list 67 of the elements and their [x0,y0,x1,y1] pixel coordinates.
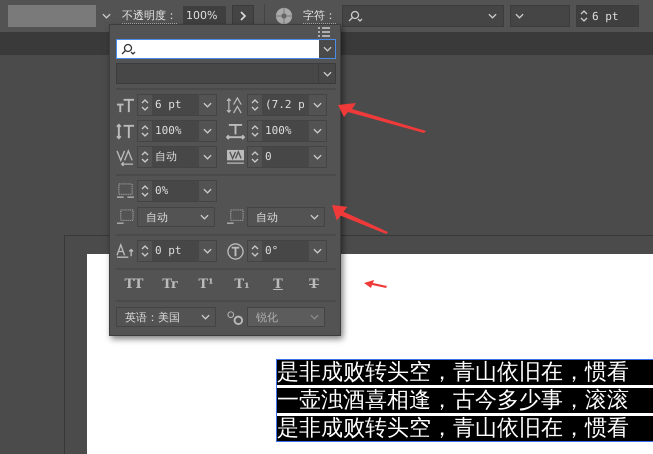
annotation-arrow [332,205,390,234]
chevron-down-icon [313,248,322,254]
stepper-icon[interactable] [251,124,259,138]
number-field[interactable]: 0 [247,146,327,168]
chevron-down-icon [310,214,319,220]
stepper-icon[interactable] [141,124,149,138]
character-spacing-icon [226,208,245,226]
number-field[interactable]: 100% [247,120,327,142]
chevron-down-icon [203,188,212,194]
stepper-icon[interactable] [580,9,588,23]
tracking-icon [226,148,245,166]
chevron-down-icon [313,128,322,134]
character-spacing-icon [116,182,135,200]
rotation-icon [226,242,245,260]
stepper-icon[interactable] [251,150,259,164]
stepper-icon[interactable] [141,184,149,198]
chevron-down-icon [313,102,322,108]
annotation-arrow [364,280,388,290]
horizontal-scale-icon [226,122,245,140]
search-icon [120,43,136,55]
number-field[interactable]: 100% [137,120,217,142]
font-style-field[interactable] [116,63,336,84]
font-size-field[interactable]: 6 pt [576,5,639,27]
chevron-down-icon [203,154,212,160]
text-style-button[interactable]: Tr [152,276,188,292]
dropdown-field[interactable]: 自动 [247,207,325,227]
chevron-down-icon [200,214,209,220]
font-search-field[interactable] [116,39,336,59]
disc-icon[interactable] [275,7,293,25]
number-field[interactable]: 0 pt [137,240,217,262]
opacity-field[interactable]: 100% [183,6,226,26]
number-field[interactable]: 6 pt [137,94,217,116]
dropdown-field[interactable]: 自动 [137,207,215,227]
chevron-down-icon [203,128,212,134]
stepper-icon[interactable] [141,244,149,258]
font-size-icon [116,96,135,114]
text-style-button[interactable]: T₁ [224,276,260,292]
stepper-icon[interactable] [141,150,149,164]
chevron-down-icon [201,314,210,320]
chevron-down-icon [515,13,524,19]
chevron-down-icon [203,248,212,254]
stepper-icon[interactable] [251,98,259,112]
kerning-icon [116,148,135,166]
number-field[interactable]: 0° [247,240,327,262]
chevron-down-icon [102,13,111,19]
vertical-scale-icon [116,122,135,140]
text-style-button[interactable]: T¹ [188,276,224,292]
stepper-icon[interactable] [141,98,149,112]
text-style-button[interactable]: T [260,276,296,292]
stepper-icon[interactable] [251,244,259,258]
baseline-shift-icon [116,242,135,260]
search-icon [347,10,363,22]
chevron-down-icon [203,102,212,108]
language-dropdown[interactable]: 英语：美国 [116,307,216,327]
panel-menu-icon[interactable] [318,27,330,37]
number-field[interactable]: 0% [137,180,217,202]
number-field[interactable]: 自动 [137,146,217,168]
chevron-down-icon [310,314,319,320]
text-style-button[interactable]: TT [116,276,152,292]
anti-aliasing-icon [226,308,245,326]
chevron-down-icon [313,154,322,160]
chevron-down-icon [322,46,332,52]
number-field[interactable]: (7.2 p [247,94,327,116]
chevron-down-icon [322,70,332,76]
text-style-button[interactable]: T [296,276,332,292]
chevron-down-icon [488,13,497,19]
character-spacing-icon [116,208,135,226]
